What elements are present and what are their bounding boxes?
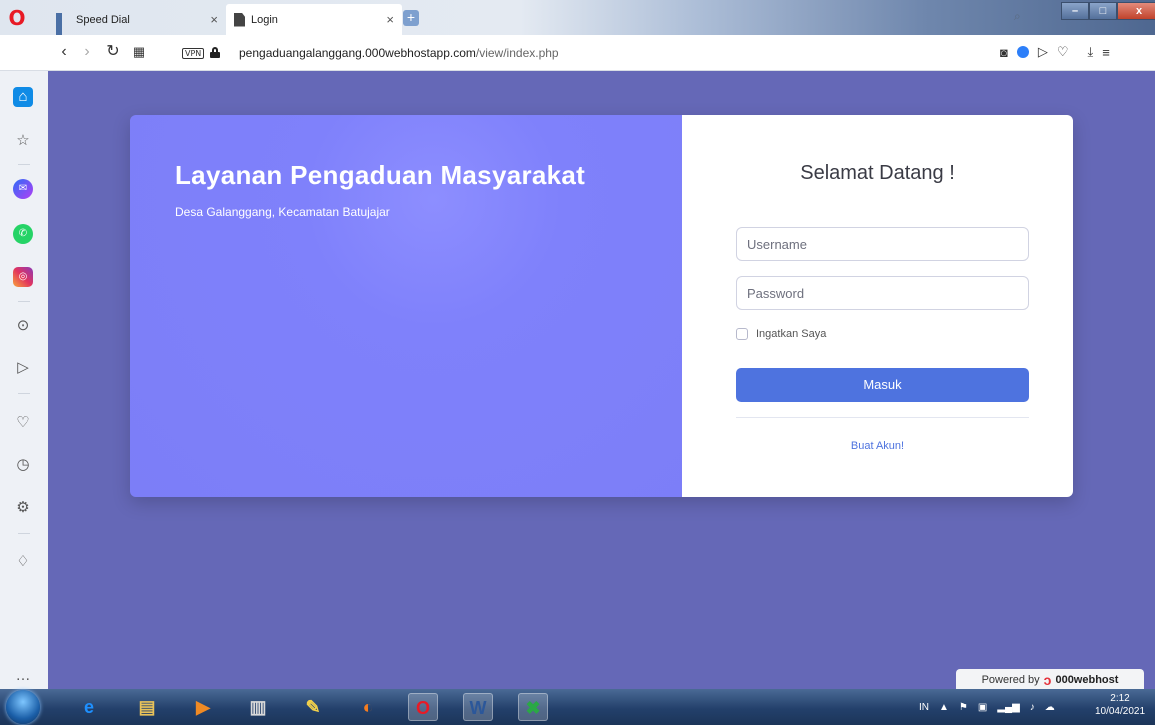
send-icon[interactable]: ▷: [13, 358, 33, 378]
heart-icon[interactable]: ♡: [13, 413, 33, 433]
remember-checkbox[interactable]: [736, 328, 748, 340]
sidebar-divider: [18, 533, 30, 534]
tab-login[interactable]: Login ×: [226, 4, 402, 35]
search-icon[interactable]: ⌕: [1014, 9, 1028, 23]
more-icon[interactable]: …: [13, 666, 33, 686]
tab-overview-icon[interactable]: ▦: [130, 43, 148, 61]
lock-icon[interactable]: [210, 47, 220, 58]
archive-icon[interactable]: ▥: [243, 693, 273, 721]
browser-tab-strip: O Speed Dial × Login × + ⌕ – □ x: [0, 0, 1155, 37]
clock[interactable]: 2:12 10/04/2021: [1090, 692, 1150, 718]
remember-me[interactable]: Ingatkan Saya: [736, 328, 826, 340]
bulb-icon[interactable]: ♢: [13, 552, 33, 572]
password-input[interactable]: [736, 276, 1029, 310]
address-bar: ‹ › ↻ ▦ VPN pengaduangalanggang.000webho…: [0, 35, 1155, 71]
language-indicator[interactable]: IN: [919, 702, 929, 713]
send-icon[interactable]: ▷: [1038, 44, 1048, 60]
remember-label: Ingatkan Saya: [756, 328, 827, 340]
ie-icon[interactable]: e: [74, 693, 104, 721]
new-tab-button[interactable]: +: [403, 10, 419, 26]
username-input[interactable]: [736, 227, 1029, 261]
minimize-button[interactable]: –: [1061, 2, 1089, 20]
reload-icon[interactable]: ↻: [104, 43, 122, 61]
hero-panel: Layanan Pengaduan Masyarakat Desa Galang…: [130, 115, 682, 497]
powered-by-badge[interactable]: Powered by ↄ 000webhost: [956, 669, 1144, 689]
forward-icon[interactable]: ›: [78, 43, 96, 61]
tools-icon[interactable]: ✎: [298, 693, 328, 721]
instagram-icon[interactable]: ◎: [13, 267, 33, 287]
host-name: 000webhost: [1055, 674, 1119, 686]
tab-title: Login: [251, 13, 278, 26]
create-account-link[interactable]: Buat Akun!: [682, 440, 1073, 452]
clock-date: 10/04/2021: [1094, 706, 1146, 717]
close-icon[interactable]: ×: [386, 12, 394, 27]
hero-subtitle: Desa Galanggang, Kecamatan Batujajar: [175, 205, 390, 219]
player-icon[interactable]: ⊙: [13, 316, 33, 336]
windows-taskbar: e ▤ ▶ ▥ ✎ ◐ O W ✖ IN ▲ ⚑ ▣ ▂▄▆ ♪ ☁ 2:12 …: [0, 689, 1155, 725]
adblock-shield-icon[interactable]: [1016, 46, 1029, 58]
back-icon[interactable]: ‹: [55, 43, 73, 61]
uc-browser-icon[interactable]: ◐: [353, 693, 383, 721]
system-tray: IN ▲ ⚑ ▣ ▂▄▆ ♪ ☁: [919, 689, 1055, 725]
history-icon[interactable]: ◷: [13, 455, 33, 475]
star-icon[interactable]: ☆: [13, 131, 33, 151]
sidebar-divider: [18, 393, 30, 394]
clock-time: 2:12: [1110, 693, 1130, 704]
webhost-logo-icon: ↄ: [1043, 672, 1052, 688]
url-field[interactable]: pengaduangalanggang.000webhostapp.com/vi…: [239, 46, 559, 60]
explorer-icon[interactable]: ▤: [132, 693, 162, 721]
word-icon[interactable]: W: [463, 693, 493, 721]
volume-icon[interactable]: ♪: [1030, 702, 1035, 713]
welcome-heading: Selamat Datang !: [800, 162, 955, 184]
close-window-button[interactable]: x: [1117, 2, 1155, 20]
page-icon: [234, 12, 245, 27]
form-divider: [736, 417, 1029, 418]
login-button[interactable]: Masuk: [736, 368, 1029, 402]
opera-icon[interactable]: O: [408, 693, 438, 721]
camera-icon[interactable]: ◙: [1000, 45, 1008, 60]
address-bar-actions: ◙ ▷ ♡ ⤓ ≡: [1000, 44, 1110, 60]
web-page: Layanan Pengaduan Masyarakat Desa Galang…: [48, 71, 1155, 689]
browser-sidebar: ⌂ ☆ ✉ ✆ ◎ ⊙ ▷ ♡ ◷ ⚙ ♢ …: [0, 71, 48, 689]
sidebar-divider: [18, 164, 30, 165]
download-icon[interactable]: ⤓: [1088, 44, 1094, 60]
login-form-panel: Selamat Datang ! Ingatkan Saya Masuk Bua…: [682, 115, 1073, 497]
url-domain: pengaduangalanggang.000webhostapp.com: [239, 46, 476, 60]
media-player-icon[interactable]: ▶: [188, 693, 218, 721]
speed-dial-icon: [56, 12, 70, 37]
cloud-icon[interactable]: ☁: [1045, 702, 1055, 713]
maximize-button[interactable]: □: [1089, 2, 1117, 20]
easy-setup-icon[interactable]: ≡: [1102, 45, 1110, 60]
vpn-badge[interactable]: VPN: [182, 48, 205, 59]
heart-icon[interactable]: ♡: [1057, 44, 1069, 60]
tab-speed-dial[interactable]: Speed Dial ×: [48, 4, 226, 37]
signal-icon[interactable]: ▂▄▆: [997, 702, 1019, 713]
messenger-icon[interactable]: ✉: [13, 179, 33, 199]
tray-expand-icon[interactable]: ▲: [939, 702, 949, 713]
start-button[interactable]: [6, 690, 40, 724]
sidebar-divider: [18, 301, 30, 302]
close-icon[interactable]: ×: [210, 12, 218, 27]
opera-menu-icon[interactable]: O: [6, 7, 28, 29]
hero-title: Layanan Pengaduan Masyarakat: [175, 160, 586, 190]
flag-icon[interactable]: ⚑: [959, 702, 968, 713]
device-icon[interactable]: ▣: [978, 702, 987, 713]
whatsapp-icon[interactable]: ✆: [13, 224, 33, 244]
excel-tool-icon[interactable]: ✖: [518, 693, 548, 721]
settings-icon[interactable]: ⚙: [13, 498, 33, 518]
window-controls: – □ x: [1061, 2, 1155, 20]
login-card: Layanan Pengaduan Masyarakat Desa Galang…: [130, 115, 1073, 497]
tab-title: Speed Dial: [76, 13, 130, 26]
home-icon[interactable]: ⌂: [13, 87, 33, 107]
powered-by-label: Powered by: [981, 674, 1040, 686]
url-path: /view/index.php: [475, 46, 559, 60]
